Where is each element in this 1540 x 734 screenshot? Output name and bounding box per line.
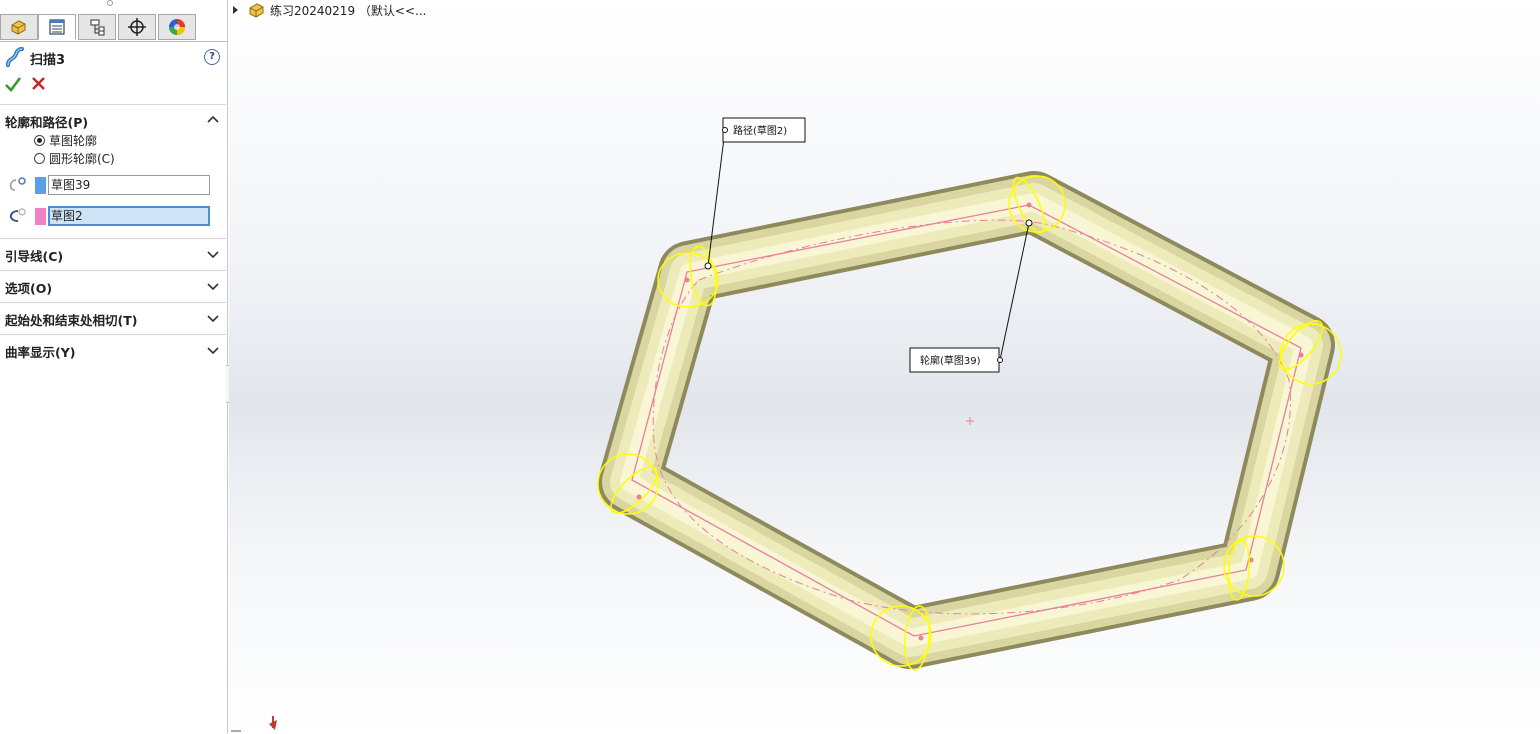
cancel-button[interactable] (30, 75, 48, 93)
radio-label: 圆形轮廓(C) (49, 151, 115, 166)
tab-property-manager[interactable] (38, 14, 76, 40)
sweep-icon (6, 47, 24, 67)
part-icon (249, 3, 264, 18)
property-manager: 扫描3 ? 轮廓和路径(P) 草图轮廓 圆形轮廓(C) 草图39 草图2 引导线… (0, 0, 228, 734)
tab-dimxpert-manager[interactable] (118, 14, 156, 40)
model-canvas[interactable]: 路径(草图2) 轮廓(草图39) (229, 0, 1540, 734)
crosshair-icon (128, 18, 146, 36)
section-guides-header[interactable]: 引导线(C) (0, 238, 226, 268)
path-selection-row: 草图2 (6, 204, 212, 228)
chevron-down-icon[interactable] (207, 312, 219, 324)
radio-circular-profile[interactable]: 圆形轮廓(C) (34, 149, 115, 167)
radio-button[interactable] (34, 152, 45, 164)
feature-tree-root[interactable]: 练习20240219 （默认<<... (233, 1, 426, 19)
manager-tabs (0, 14, 228, 42)
profile-selection-box[interactable]: 草图39 (48, 175, 210, 195)
ok-button[interactable] (4, 75, 22, 93)
section-title: 轮廓和路径(P) (5, 115, 89, 130)
section-title: 起始处和结束处相切(T) (5, 313, 138, 328)
appearance-icon (169, 19, 185, 35)
chevron-down-icon[interactable] (207, 344, 219, 356)
chevron-up-icon[interactable] (207, 114, 219, 126)
property-list-icon (49, 19, 65, 35)
path-selection-box[interactable]: 草图2 (48, 206, 210, 226)
expand-arrow-icon[interactable] (233, 6, 238, 14)
radio-label: 草图轮廓 (49, 133, 98, 148)
callout-profile-label: 轮廓(草图39) (920, 354, 981, 367)
feature-header: 扫描3 ? (4, 46, 222, 68)
path-icon (9, 208, 26, 222)
section-profile-path-header[interactable]: 轮廓和路径(P) (0, 104, 226, 134)
feature-tree-icon (11, 20, 26, 35)
configuration-icon (90, 19, 105, 36)
close-icon (32, 77, 45, 90)
tab-feature-manager[interactable] (0, 14, 38, 40)
feature-title: 扫描3 (30, 53, 66, 68)
tab-configuration-manager[interactable] (78, 14, 116, 40)
chevron-down-icon[interactable] (207, 248, 219, 260)
callout-path-label: 路径(草图2) (733, 124, 787, 137)
profile-selection-row: 草图39 (6, 173, 212, 197)
section-title: 选项(O) (5, 281, 53, 296)
panel-grip[interactable] (107, 0, 113, 6)
part-name: 练习20240219 （默认<<... (270, 3, 427, 18)
path-color-swatch (35, 208, 46, 225)
section-title: 曲率显示(Y) (5, 345, 76, 360)
section-curvature-header[interactable]: 曲率显示(Y) (0, 334, 226, 364)
profile-color-swatch (35, 177, 46, 194)
help-icon[interactable]: ? (204, 49, 220, 65)
graphics-viewport[interactable]: 路径(草图2) 轮廓(草图39) 练习20240219 （默认<<... (229, 0, 1540, 734)
radio-button[interactable] (34, 134, 45, 146)
checkmark-icon (5, 77, 22, 92)
chevron-down-icon[interactable] (207, 280, 219, 292)
section-tangency-header[interactable]: 起始处和结束处相切(T) (0, 302, 226, 332)
section-options-header[interactable]: 选项(O) (0, 270, 226, 300)
tab-display-manager[interactable] (158, 14, 196, 40)
section-title: 引导线(C) (5, 249, 64, 264)
profile-icon (9, 177, 26, 191)
radio-sketch-profile[interactable]: 草图轮廓 (34, 131, 97, 149)
